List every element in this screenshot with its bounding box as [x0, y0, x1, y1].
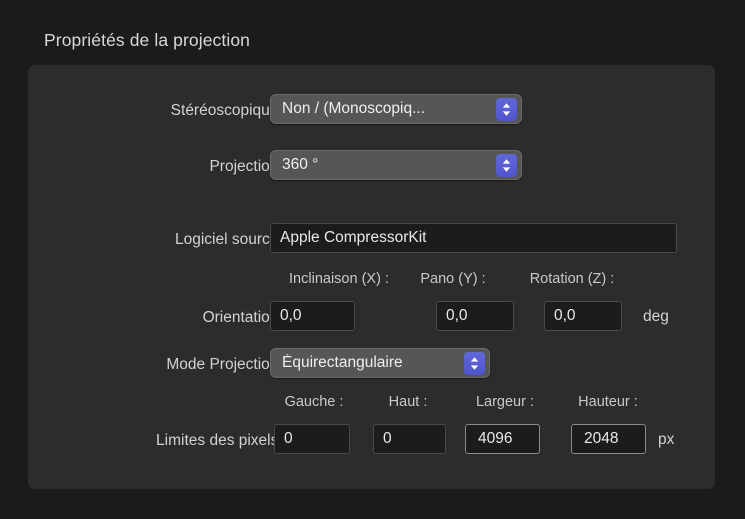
projection-label-box: Projection :	[28, 158, 287, 178]
stereoscopic-value: Non / (Monoscopiq...	[282, 100, 426, 117]
source-software-value: Apple CompressorKit	[280, 229, 427, 246]
pixel-bounds-width-input[interactable]: 4096	[465, 424, 540, 454]
pixel-bounds-left-value: 0	[284, 430, 293, 447]
orientation-x-header: Inclinaison (X) :	[289, 271, 389, 287]
orientation-z-header: Rotation (Z) :	[529, 271, 615, 287]
pixel-bounds-label: Limites des pixels :	[156, 432, 287, 449]
orientation-z-input[interactable]: 0,0	[544, 301, 622, 331]
projection-mode-label-box: Mode Projection :	[28, 356, 287, 376]
projection-properties-screen: Propriétés de la projection Stéréoscopiq…	[0, 0, 745, 519]
stereoscopic-label-box: Stéréoscopique :	[28, 102, 287, 122]
stereoscopic-select[interactable]: Non / (Monoscopiq...	[270, 94, 522, 124]
projection-mode-select[interactable]: Équirectangulaire	[270, 348, 490, 378]
orientation-x-input[interactable]: 0,0	[270, 301, 355, 331]
pixel-bounds-height-input[interactable]: 2048	[571, 424, 646, 454]
pixel-bounds-top-value: 0	[383, 430, 392, 447]
pixel-bounds-width-value: 4096	[478, 430, 513, 447]
pixel-bounds-left-header: Gauche :	[284, 394, 344, 410]
pixel-bounds-left-input[interactable]: 0	[274, 424, 350, 454]
orientation-y-header: Pano (Y) :	[420, 271, 486, 287]
projection-select[interactable]: 360 °	[270, 150, 522, 180]
orientation-z-value: 0,0	[554, 307, 576, 324]
pixel-bounds-height-value: 2048	[584, 430, 619, 447]
projection-mode-label: Mode Projection :	[166, 356, 287, 373]
pixel-bounds-height-header: Hauteur :	[578, 394, 638, 410]
pixel-bounds-label-box: Limites des pixels :	[28, 432, 287, 452]
projection-value: 360 °	[282, 156, 319, 173]
orientation-label-box: Orientation :	[28, 309, 287, 329]
pixel-bounds-unit: px	[658, 431, 675, 448]
stepper-up-down-icon[interactable]	[464, 351, 485, 375]
pixel-bounds-top-input[interactable]: 0	[373, 424, 446, 454]
pixel-bounds-width-header: Largeur :	[475, 394, 535, 410]
projection-mode-value: Équirectangulaire	[282, 354, 403, 371]
page-title: Propriétés de la projection	[44, 30, 251, 50]
pixel-bounds-top-header: Haut :	[388, 394, 428, 410]
stepper-up-down-icon[interactable]	[496, 97, 517, 121]
projection-properties-panel: Stéréoscopique : Non / (Monoscopiq... Pr…	[28, 65, 715, 489]
orientation-y-value: 0,0	[446, 307, 468, 324]
orientation-x-value: 0,0	[280, 307, 302, 324]
orientation-y-input[interactable]: 0,0	[436, 301, 514, 331]
orientation-unit: deg	[643, 308, 669, 325]
source-software-label-box: Logiciel source :	[28, 231, 287, 251]
source-software-input[interactable]: Apple CompressorKit	[270, 223, 677, 253]
stepper-up-down-icon[interactable]	[496, 153, 517, 177]
